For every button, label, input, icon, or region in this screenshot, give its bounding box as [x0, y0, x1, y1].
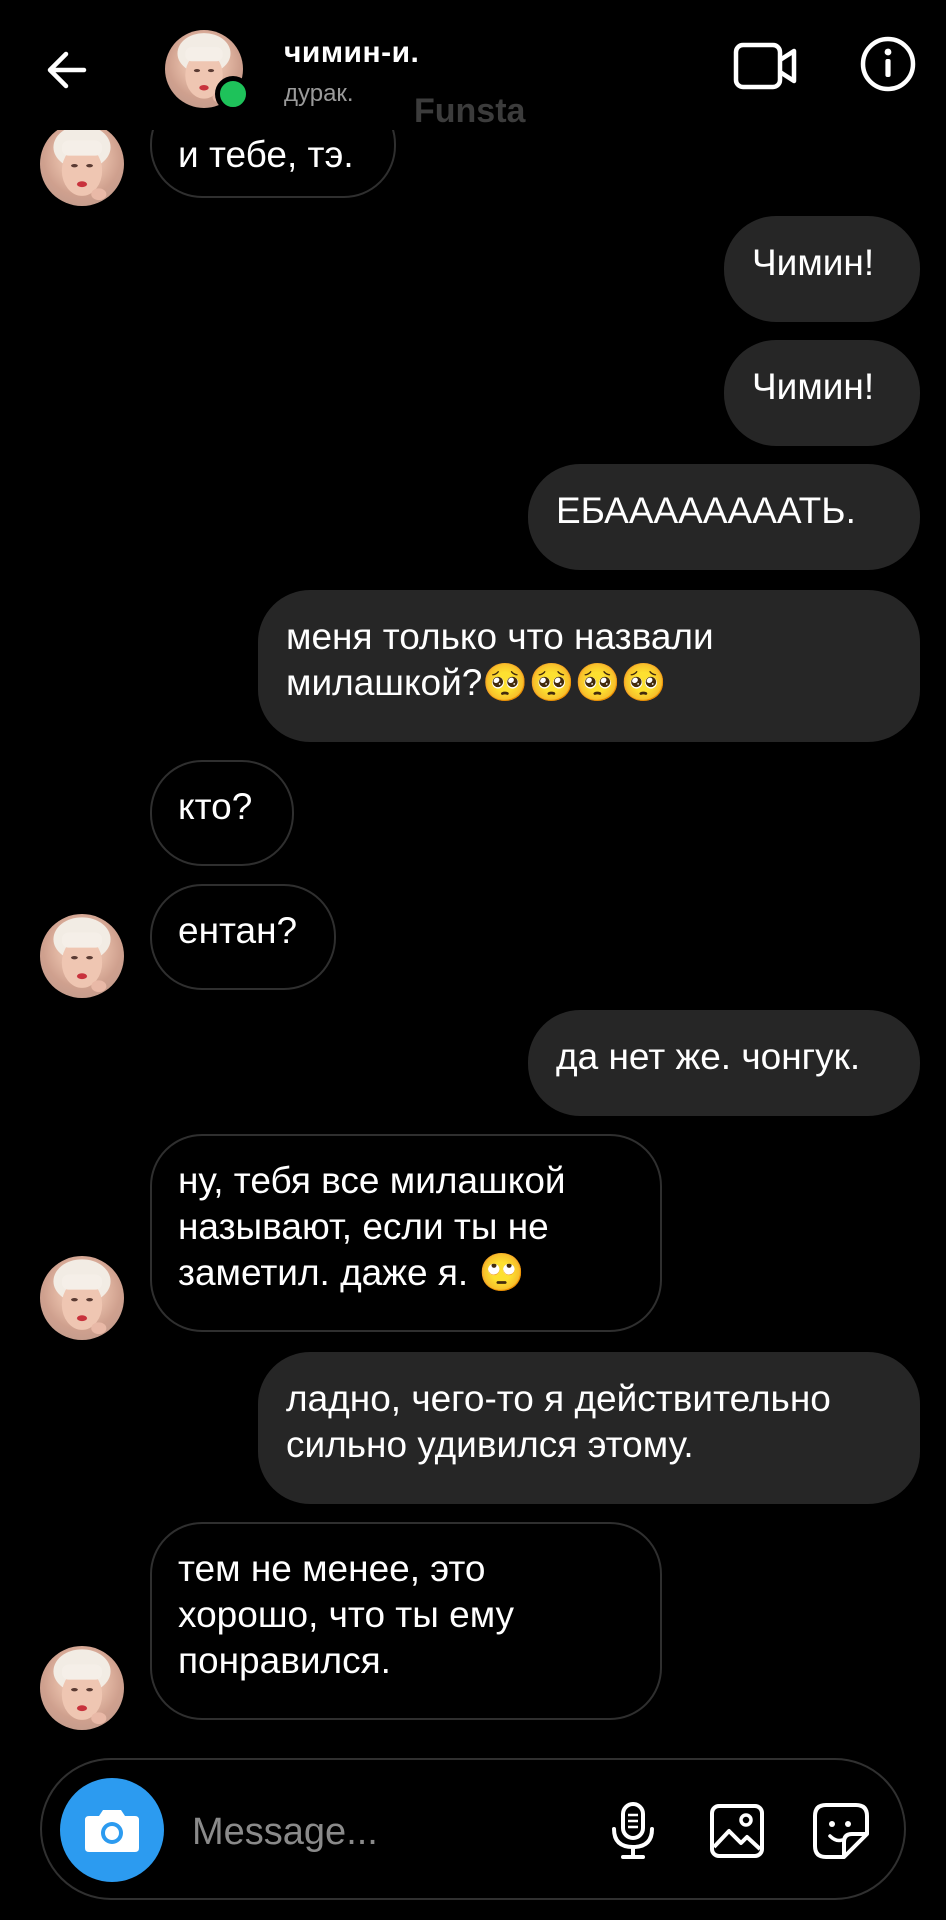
message-input[interactable] [190, 1796, 614, 1868]
microphone-icon [612, 1802, 654, 1859]
message-bubble-incoming[interactable]: тем не менее, это хорошо, что ты ему пон… [150, 1522, 662, 1720]
message-bubble-incoming[interactable]: кто? [150, 760, 294, 866]
message-bubble-outgoing[interactable]: ЕБААААААААТЬ. [528, 464, 920, 570]
video-call-button[interactable] [730, 36, 802, 96]
camera-icon [85, 1810, 139, 1852]
camera-button[interactable] [60, 1778, 164, 1882]
message-bubble-outgoing[interactable]: Чимин! [724, 340, 920, 446]
online-status-dot [215, 76, 251, 112]
funsta-watermark: Funsta [414, 92, 526, 130]
message-bubble-outgoing[interactable]: ладно, чего-то я действительно сильно уд… [258, 1352, 920, 1504]
message-bubble-outgoing[interactable]: Чимин! [724, 216, 920, 322]
message-bubble-outgoing[interactable]: да нет же. чонгук. [528, 1010, 920, 1116]
sender-avatar[interactable] [40, 122, 124, 206]
back-button[interactable] [36, 40, 96, 100]
gallery-button[interactable] [702, 1796, 772, 1866]
sender-avatar[interactable] [40, 1646, 124, 1730]
voice-message-button[interactable] [598, 1796, 668, 1866]
message-composer [40, 1758, 906, 1900]
chat-header: чимин-и. дурак. Funsta [0, 0, 946, 130]
arrow-left-icon [47, 51, 87, 89]
message-bubble-outgoing[interactable]: меня только что назвали милашкой?🥺🥺🥺🥺 [258, 590, 920, 742]
sticker-button[interactable] [806, 1796, 876, 1866]
video-camera-icon [733, 42, 797, 90]
message-bubble-incoming[interactable]: ентан? [150, 884, 336, 990]
sender-avatar[interactable] [40, 1256, 124, 1340]
message-bubble-incoming[interactable]: ну, тебя все милашкой называют, если ты … [150, 1134, 662, 1332]
contact-status: дурак. [284, 80, 354, 107]
contact-name[interactable]: чимин-и. [284, 36, 419, 70]
contact-avatar[interactable] [165, 30, 251, 112]
sticker-icon [813, 1803, 869, 1859]
image-icon [710, 1804, 764, 1858]
info-icon [860, 36, 916, 92]
sender-avatar[interactable] [40, 914, 124, 998]
info-button[interactable] [856, 32, 920, 96]
